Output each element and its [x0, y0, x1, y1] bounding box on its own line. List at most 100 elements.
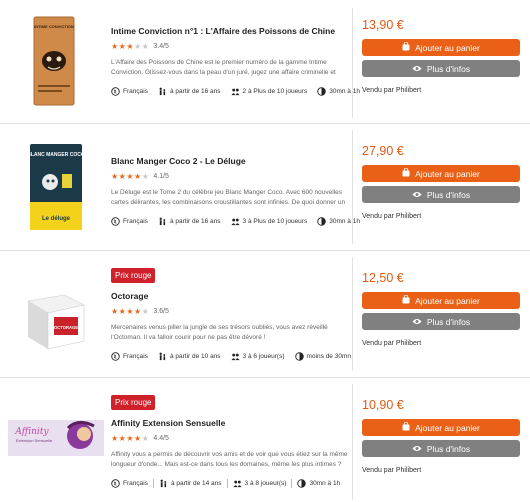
product-list: INTIME CONVICTION Intime Conviction n°1 … [0, 0, 530, 500]
bag-icon [402, 42, 410, 53]
more-info-label: Plus d'infos [427, 317, 470, 327]
product-description: Affinity vous a permis de découvrir vos … [111, 450, 351, 470]
seller-text: Vendu par Philibert [362, 467, 520, 474]
price: 12,50 € [362, 270, 520, 286]
more-info-button[interactable]: Plus d'infos [362, 60, 520, 77]
seller-text: Vendu par Philibert [362, 213, 520, 220]
add-to-cart-label: Ajouter au panier [415, 423, 480, 433]
star-icon: ★ [111, 308, 118, 316]
product-description: Le Déluge est le Tome 2 du célèbre jeu B… [111, 188, 351, 208]
clock-icon [317, 87, 326, 96]
players-icon [233, 479, 242, 488]
language-info: Français [111, 217, 148, 226]
product-image[interactable]: BLANC MANGER COCO Le déluge [8, 140, 104, 236]
players-text: 3 à 8 joueur(s) [245, 480, 287, 487]
more-info-button[interactable]: Plus d'infos [362, 186, 520, 203]
players-info: 3 à 6 joueur(s) [231, 352, 285, 361]
clock-icon [317, 217, 326, 226]
column-divider [352, 8, 353, 118]
box-title: Affinity [14, 427, 49, 437]
age-info: à partir de 10 ans [158, 352, 221, 361]
age-info: à partir de 16 ans [158, 87, 221, 96]
product-title[interactable]: Affinity Extension Sensuelle [111, 418, 351, 429]
star-icon: ★ [126, 308, 133, 316]
age-text: à partir de 14 ans [171, 480, 222, 487]
players-info: 2 à Plus de 10 joueurs [231, 87, 308, 96]
age-text: à partir de 16 ans [170, 88, 221, 95]
star-icon: ★ [142, 173, 149, 181]
more-info-label: Plus d'infos [427, 444, 470, 454]
clock-icon [295, 352, 304, 361]
rating-score: 4.1/5 [153, 173, 169, 180]
more-info-button[interactable]: Plus d'infos [362, 440, 520, 457]
product-meta: Français à partir de 16 ans 2 à Plus de … [111, 87, 351, 96]
product-description: L'Affaire des Poissons de Chine est le p… [111, 58, 351, 78]
language-info: Français [111, 352, 148, 361]
add-to-cart-button[interactable]: Ajouter au panier [362, 39, 520, 56]
product-card: INTIME CONVICTION Intime Conviction n°1 … [0, 0, 530, 122]
rating: ★★★★★ 4.4/5 [111, 433, 351, 444]
players-text: 3 à 6 joueur(s) [243, 353, 285, 360]
column-divider [352, 384, 353, 500]
eye-icon [412, 190, 422, 200]
duration-info: 30mn à 1h [297, 479, 340, 488]
rating-stars: ★★★★★ [111, 308, 149, 316]
product-title[interactable]: Octorage [111, 291, 351, 302]
star-icon: ★ [111, 43, 118, 51]
star-icon: ★ [126, 435, 133, 443]
globe-icon [111, 217, 120, 226]
product-meta: Français à partir de 14 ans 3 à 8 joueur… [111, 479, 351, 488]
star-icon: ★ [142, 308, 149, 316]
product-image[interactable]: OCTORAGE [8, 267, 104, 363]
age-info: à partir de 16 ans [158, 217, 221, 226]
add-to-cart-label: Ajouter au panier [415, 296, 480, 306]
price: 10,90 € [362, 397, 520, 413]
row-separator [0, 377, 530, 378]
divider [153, 479, 154, 488]
product-image[interactable]: INTIME CONVICTION [8, 13, 104, 109]
product-card: OCTORAGE Prix rouge Octorage ★★★★★ 3.6/5… [0, 253, 530, 375]
rating-stars: ★★★★★ [111, 43, 149, 51]
star-icon: ★ [119, 308, 126, 316]
bag-icon [402, 422, 410, 433]
eye-icon [412, 64, 422, 74]
star-icon: ★ [111, 435, 118, 443]
duration-text: moins de 30mn [307, 353, 351, 360]
box-title: OCTORAGE [54, 325, 78, 330]
star-icon: ★ [134, 435, 141, 443]
star-icon: ★ [134, 173, 141, 181]
price: 27,90 € [362, 143, 520, 159]
duration-info: 30mn à 1h [317, 217, 360, 226]
globe-icon [111, 87, 120, 96]
product-meta: Français à partir de 16 ans 3 à Plus de … [111, 217, 351, 226]
clock-icon [297, 479, 306, 488]
seller-text: Vendu par Philibert [362, 340, 520, 347]
rating-score: 3.6/5 [153, 308, 169, 315]
players-text: 2 à Plus de 10 joueurs [243, 88, 308, 95]
rating: ★★★★★ 3.4/5 [111, 41, 351, 52]
product-title[interactable]: Intime Conviction n°1 : L'Affaire des Po… [111, 26, 351, 37]
box-title: INTIME CONVICTION [34, 24, 74, 29]
box-subtitle: Le déluge [42, 216, 71, 222]
product-title[interactable]: Blanc Manger Coco 2 - Le Déluge [111, 156, 351, 167]
add-to-cart-button[interactable]: Ajouter au panier [362, 165, 520, 182]
language-info: Français [111, 87, 148, 96]
star-icon: ★ [119, 43, 126, 51]
add-to-cart-button[interactable]: Ajouter au panier [362, 419, 520, 436]
star-icon: ★ [142, 43, 149, 51]
more-info-button[interactable]: Plus d'infos [362, 313, 520, 330]
column-divider [352, 130, 353, 244]
eye-icon [412, 317, 422, 327]
players-icon [231, 87, 240, 96]
language-text: Français [123, 353, 148, 360]
product-image[interactable]: Affinity Extension Sensuelle [8, 394, 104, 490]
add-to-cart-button[interactable]: Ajouter au panier [362, 292, 520, 309]
price: 13,90 € [362, 17, 520, 33]
star-icon: ★ [111, 173, 118, 181]
product-card: BLANC MANGER COCO Le déluge Blanc Manger… [0, 126, 530, 248]
prix-rouge-badge: Prix rouge [111, 395, 155, 410]
eye-icon [412, 444, 422, 454]
product-meta: Français à partir de 10 ans 3 à 6 joueur… [111, 352, 351, 361]
column-divider [352, 257, 353, 371]
rating: ★★★★★ 3.6/5 [111, 306, 351, 317]
